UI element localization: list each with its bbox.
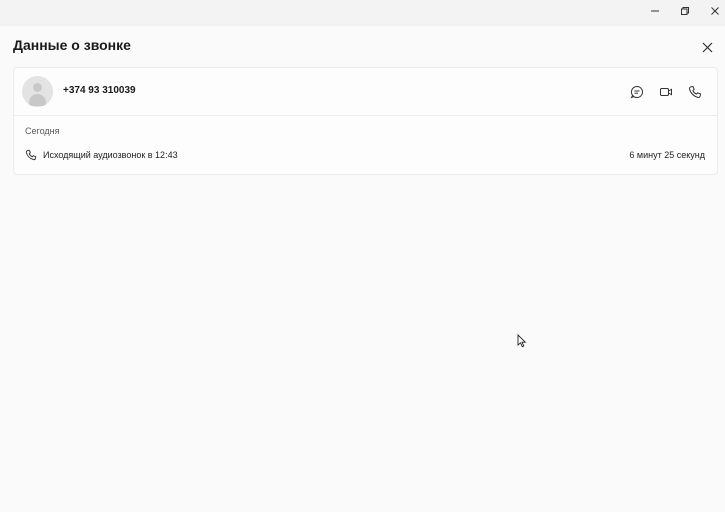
avatar[interactable] xyxy=(22,76,53,107)
chat-button[interactable] xyxy=(628,83,646,101)
chat-icon xyxy=(630,85,643,99)
video-call-button[interactable] xyxy=(657,83,675,101)
restore-icon xyxy=(681,7,689,15)
contact-row: +374 93 310039 xyxy=(14,68,717,116)
mouse-cursor-icon xyxy=(517,334,527,348)
close-icon xyxy=(702,42,712,52)
call-details-card: +374 93 310039 Сегодня Исходящий аудиозв… xyxy=(13,67,718,175)
minimize-button[interactable] xyxy=(640,0,670,22)
person-icon-body xyxy=(29,94,46,106)
contact-phone-number[interactable]: +374 93 310039 xyxy=(63,85,136,96)
call-details-window: Данные о звонке +374 93 310039 Сегодня И… xyxy=(0,0,725,512)
page-title: Данные о звонке xyxy=(13,37,131,53)
call-duration: 6 минут 25 секунд xyxy=(629,150,705,160)
window-close-button[interactable] xyxy=(700,0,725,22)
panel-header: Данные о звонке xyxy=(0,26,725,66)
title-bar xyxy=(0,0,725,26)
date-label: Сегодня xyxy=(25,126,60,136)
phone-icon xyxy=(689,85,702,98)
call-history-item: Исходящий аудиозвонок в 12:43 6 минут 25… xyxy=(14,146,717,166)
minimize-icon xyxy=(651,10,659,12)
video-icon xyxy=(660,88,672,96)
call-description: Исходящий аудиозвонок в 12:43 xyxy=(43,150,178,160)
restore-button[interactable] xyxy=(670,0,700,22)
phone-icon xyxy=(25,149,37,161)
close-icon xyxy=(711,7,719,15)
audio-call-button[interactable] xyxy=(686,83,704,101)
close-panel-button[interactable] xyxy=(699,39,715,55)
person-icon xyxy=(33,83,42,92)
